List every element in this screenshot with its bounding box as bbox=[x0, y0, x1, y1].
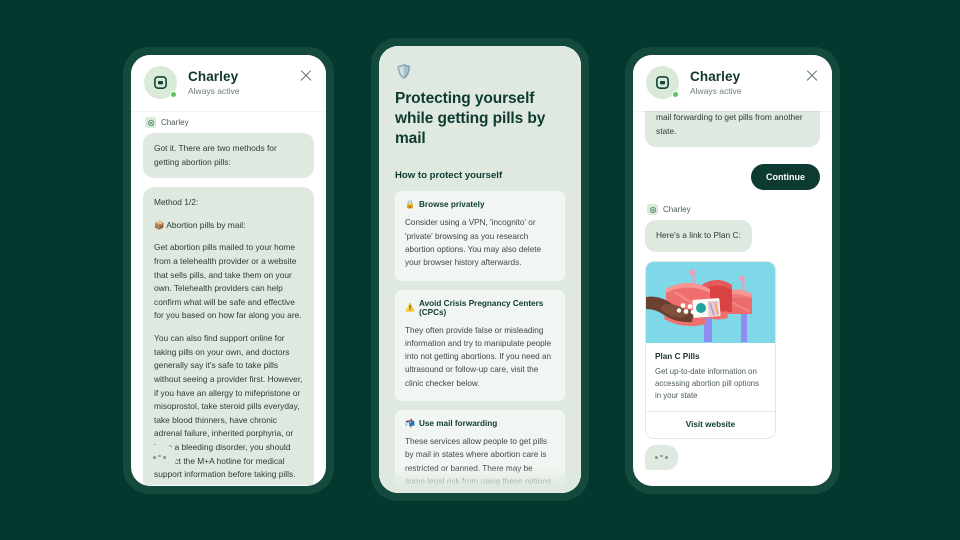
continue-button[interactable]: Continue bbox=[751, 164, 820, 191]
link-card-description: Get up-to-date information on accessing … bbox=[655, 366, 760, 400]
message-text: Method 1/2: bbox=[154, 197, 199, 208]
chat-header-3: Charley Always active bbox=[633, 55, 832, 111]
message-bubble: mail forwarding to get pills from anothe… bbox=[645, 111, 820, 148]
chat-header-1: Charley Always active bbox=[131, 55, 326, 111]
link-card-body: Plan C Pills Get up-to-date information … bbox=[646, 343, 775, 412]
sender-name: Charley bbox=[161, 118, 189, 127]
message-text: 📦 Abortion pills by mail: bbox=[154, 219, 246, 230]
typing-dot bbox=[655, 456, 658, 459]
online-status-dot bbox=[170, 91, 177, 98]
mailbox-icon: 📬 bbox=[405, 419, 415, 429]
avatar bbox=[646, 66, 679, 99]
section-heading: How to protect yourself bbox=[395, 170, 503, 182]
typing-dot bbox=[665, 456, 668, 459]
info-card-text: They often provide false or misleading i… bbox=[405, 325, 552, 388]
link-card-plan-c[interactable]: Plan C Pills Get up-to-date information … bbox=[645, 260, 776, 440]
page-title: Charley bbox=[188, 68, 239, 84]
sender-row: Charley bbox=[145, 117, 314, 128]
header-text-group: Charley Always active bbox=[690, 69, 804, 97]
phone-frame-3: Charley Always active mail forwarding to… bbox=[625, 47, 840, 494]
info-card-heading: Use mail forwarding bbox=[418, 419, 498, 429]
message-text: Got it. There are two methods for gettin… bbox=[154, 143, 277, 167]
chat-screen-3: Charley Always active mail forwarding to… bbox=[633, 55, 832, 486]
lock-icon: 🔒 bbox=[405, 200, 415, 210]
visit-website-button[interactable]: Visit website bbox=[646, 411, 775, 438]
close-icon[interactable] bbox=[804, 67, 820, 83]
info-card-heading: Avoid Crisis Pregnancy Centers (CPCs) bbox=[418, 298, 544, 317]
info-card-heading-row: 📬 Use mail forwarding bbox=[405, 419, 555, 428]
phone-frame-2: 🛡️ Protecting yourself while getting pil… bbox=[371, 38, 589, 501]
continue-row: Continue bbox=[645, 164, 820, 191]
message-bubble: Method 1/2: 📦 Abortion pills by mail: Ge… bbox=[143, 187, 314, 485]
screenshot-stage: Charley Always active Charley Got it. Th… bbox=[0, 0, 960, 540]
sender-row: Charley bbox=[647, 204, 820, 216]
typing-dot bbox=[158, 454, 161, 458]
info-card-heading: Browse privately bbox=[418, 200, 485, 210]
sender-badge-icon bbox=[647, 204, 658, 216]
typing-indicator bbox=[143, 445, 176, 470]
warning-icon: ⚠️ bbox=[405, 303, 415, 313]
link-card-title: Plan C Pills bbox=[655, 351, 700, 361]
info-card-avoid-cpcs[interactable]: ⚠️ Avoid Crisis Pregnancy Centers (CPCs)… bbox=[395, 289, 565, 402]
chat-body-3: mail forwarding to get pills from anothe… bbox=[633, 111, 832, 485]
mailboxes-with-hand-holding-pills-illustration bbox=[646, 261, 775, 343]
sender-name: Charley bbox=[663, 205, 691, 215]
typing-dot bbox=[153, 456, 156, 459]
info-title: Protecting yourself while getting pills … bbox=[395, 90, 546, 147]
info-screen: 🛡️ Protecting yourself while getting pil… bbox=[379, 46, 581, 493]
message-bubble: Got it. There are two methods for gettin… bbox=[143, 133, 314, 179]
header-text-group: Charley Always active bbox=[188, 69, 298, 97]
typing-dot bbox=[163, 456, 166, 459]
message-text: Here's a link to Plan C: bbox=[656, 230, 741, 241]
info-card-text: Consider using a VPN, 'incognito' or 'pr… bbox=[405, 218, 542, 268]
info-card-text: These services allow people to get pills… bbox=[405, 437, 554, 493]
phone-frame-1: Charley Always active Charley Got it. Th… bbox=[123, 47, 334, 494]
status-text: Always active bbox=[188, 86, 240, 97]
shield-icon: 🛡️ bbox=[395, 63, 413, 79]
message-text: Get abortion pills mailed to your home f… bbox=[154, 242, 302, 321]
status-text: Always active bbox=[690, 86, 742, 97]
sender-badge-icon bbox=[145, 117, 156, 128]
online-status-dot bbox=[672, 91, 679, 98]
message-text: mail forwarding to get pills from anothe… bbox=[656, 112, 803, 136]
typing-dot bbox=[660, 454, 663, 458]
info-card-mail-forwarding[interactable]: 📬 Use mail forwarding These services all… bbox=[395, 410, 565, 493]
chat-screen-1: Charley Always active Charley Got it. Th… bbox=[131, 55, 326, 486]
message-text: You can also find support online for tak… bbox=[154, 333, 303, 480]
info-card-heading-row: 🔒 Browse privately bbox=[405, 200, 555, 209]
message-bubble: Here's a link to Plan C: bbox=[645, 220, 752, 252]
page-title: Charley bbox=[690, 68, 741, 84]
typing-indicator bbox=[645, 445, 678, 470]
avatar bbox=[144, 66, 177, 99]
info-panel: 🛡️ Protecting yourself while getting pil… bbox=[379, 46, 581, 493]
info-card-heading-row: ⚠️ Avoid Crisis Pregnancy Centers (CPCs) bbox=[405, 299, 555, 317]
close-icon[interactable] bbox=[298, 67, 314, 83]
info-card-browse-privately[interactable]: 🔒 Browse privately Consider using a VPN,… bbox=[395, 191, 565, 281]
chat-body-1: Charley Got it. There are two methods fo… bbox=[131, 111, 326, 485]
